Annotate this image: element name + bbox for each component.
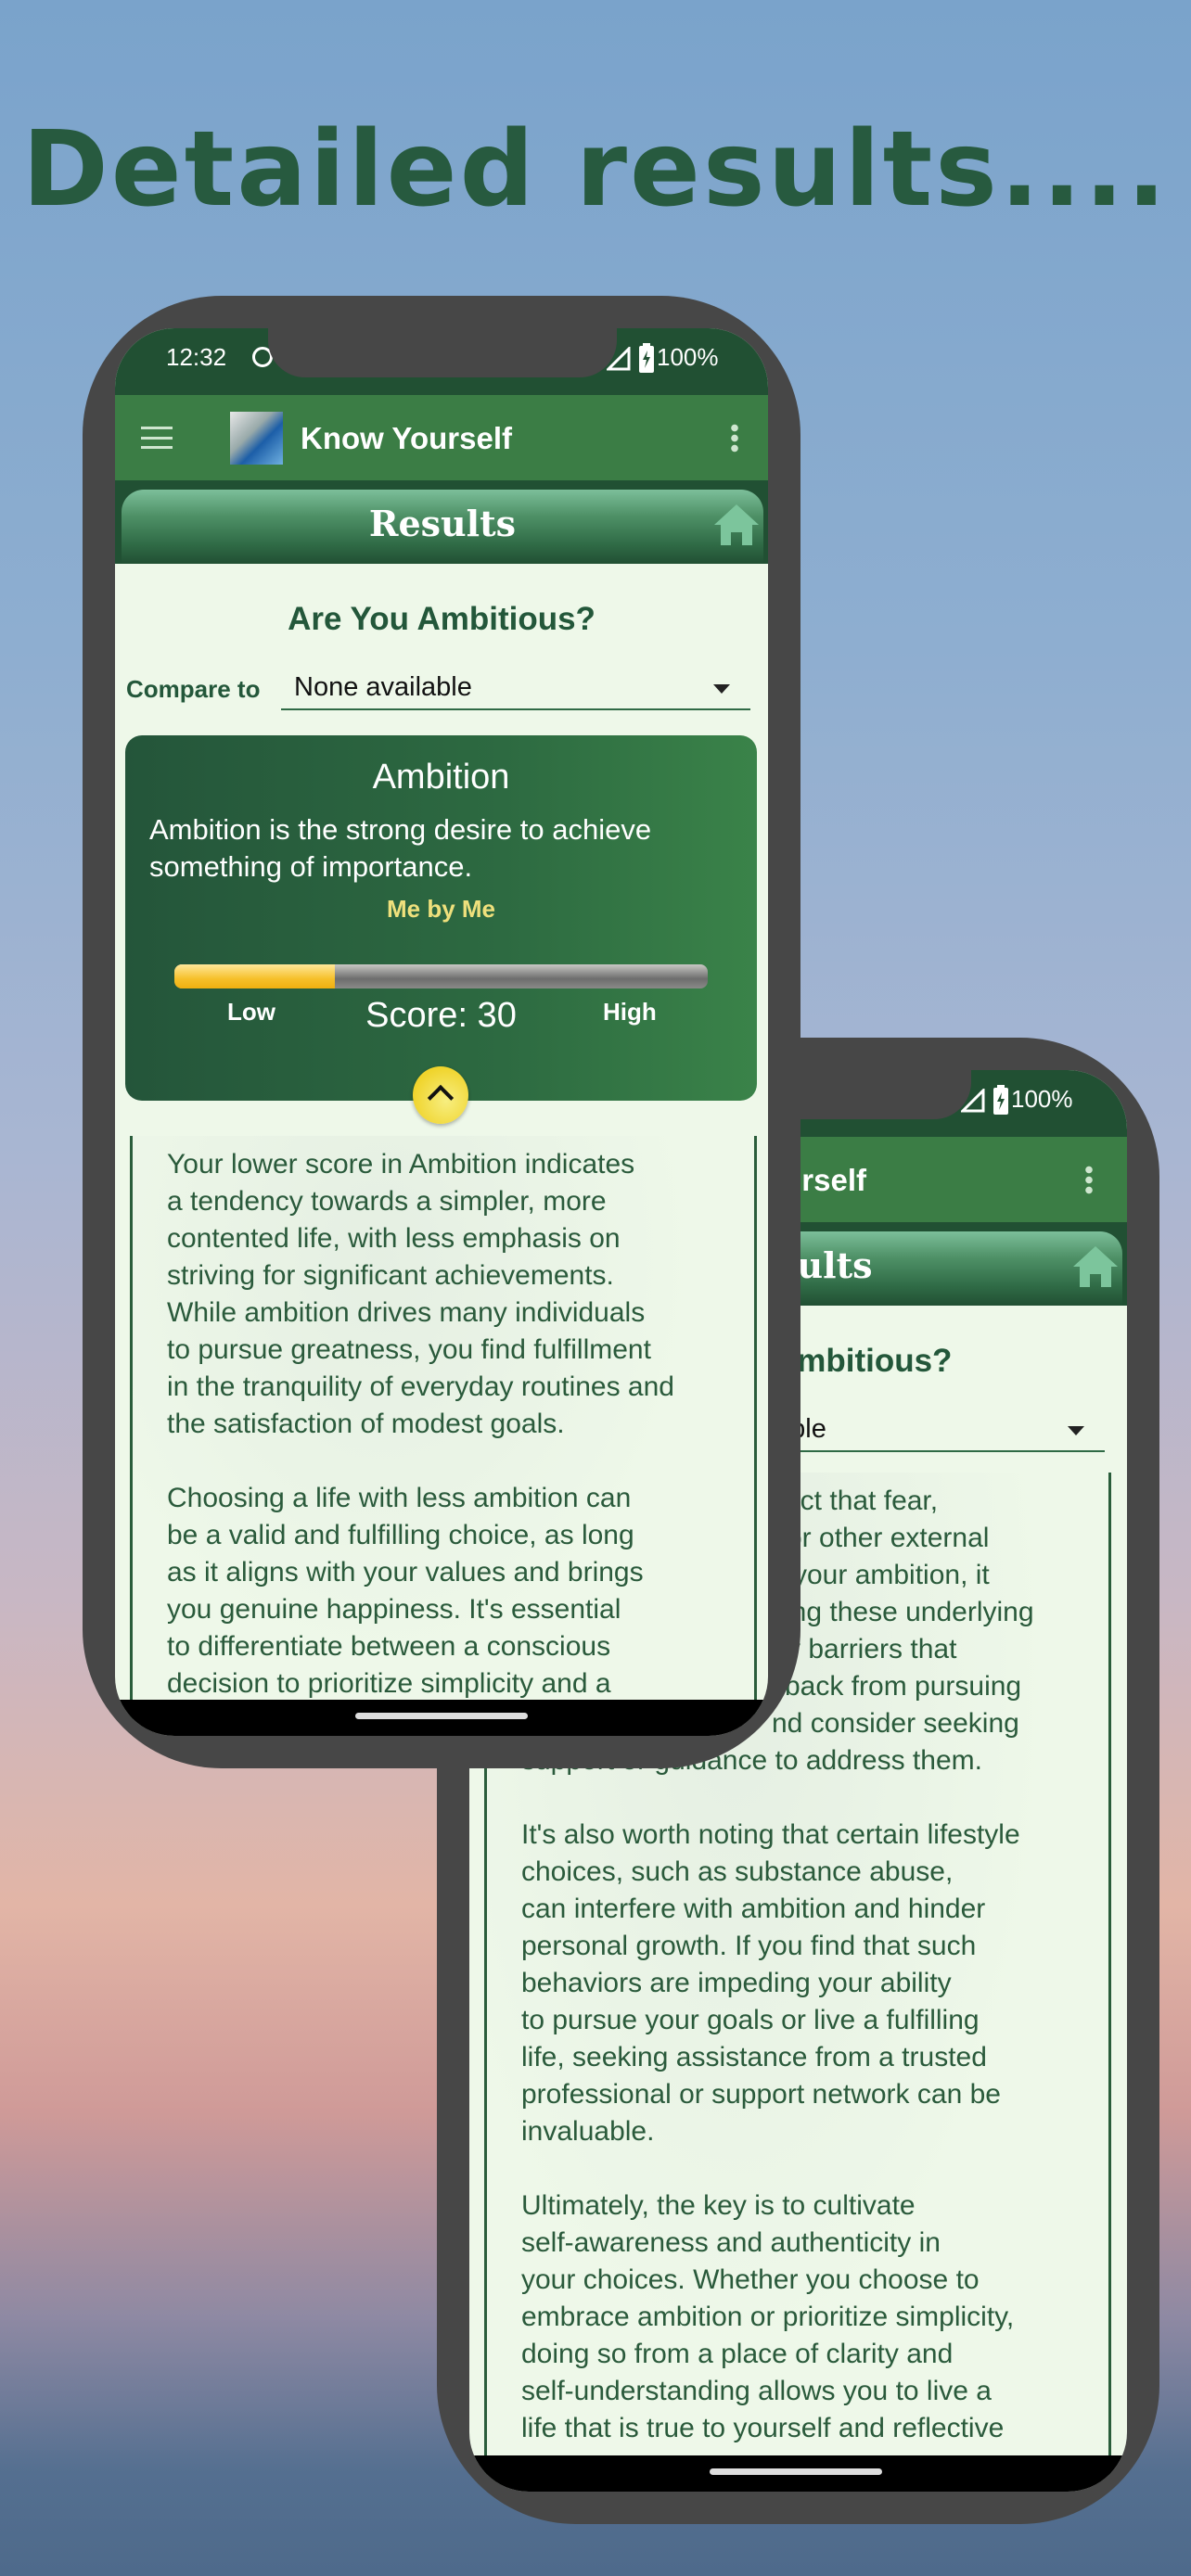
text-line: It's also worth noting that certain life… [521, 1819, 1020, 1850]
compare-dropdown[interactable]: None available [281, 666, 750, 710]
app-title: Know Yourself [301, 421, 512, 455]
menu-icon[interactable] [141, 427, 173, 449]
battery-charging-icon [993, 1085, 1008, 1115]
signal-icon [607, 347, 631, 371]
text-line: While ambition drives many individuals [167, 1297, 646, 1328]
text-line: self-understanding allows you to live a [521, 2376, 992, 2406]
camera-notch [268, 328, 617, 377]
score-bar-fill [174, 964, 335, 988]
text-line: the satisfaction of modest goals. [167, 1409, 565, 1439]
compare-label: Compare to [126, 675, 261, 703]
text-line: in the tranquility of everyday routines … [167, 1371, 674, 1402]
text-line: be a valid and fulfilling choice, as lon… [167, 1520, 634, 1550]
front-phone: 12:32 100% Know Yourself Results Are You… [83, 296, 800, 1768]
rater-label: Me by Me [386, 895, 496, 923]
text-line: behaviors are impeding your ability [521, 1968, 952, 1998]
text-line: Your lower score in Ambition indicates [167, 1149, 635, 1180]
text-line [521, 2150, 1020, 2187]
text-line [167, 1443, 674, 1480]
status-bar: 12:32 100% [115, 328, 768, 395]
text-line: striving for significant achievements. [167, 1260, 614, 1291]
trait-card: Ambition Ambition is the strong desire t… [125, 735, 757, 1101]
trait-description: Ambition is the strong desire to achieve… [149, 813, 652, 883]
dropdown-arrow-icon [1068, 1426, 1084, 1435]
trait-title: Ambition [372, 758, 510, 797]
text-line: as it aligns with your values and brings [167, 1557, 644, 1588]
text-line: Choosing a life with less ambition can [167, 1483, 632, 1513]
text-line: life that is true to yourself and reflec… [521, 2413, 1005, 2443]
text-line: decision to prioritize simplicity and a [167, 1668, 611, 1699]
home-gesture-bar[interactable] [710, 2468, 882, 2475]
compare-value: None available [294, 672, 472, 702]
banner-title: Results [368, 503, 517, 544]
app-logo [230, 412, 283, 465]
text-line: invaluable. [521, 2116, 655, 2147]
battery-percent: 100% [657, 343, 719, 371]
text-line: professional or support network can be [521, 2079, 1001, 2110]
result-text-box[interactable]: Your lower score in Ambition indicates a … [130, 1136, 757, 1736]
battery-charging-icon [639, 343, 654, 373]
quiz-title: Are You Ambitious? [288, 601, 596, 637]
more-vert-icon[interactable] [1085, 1165, 1093, 1194]
high-label: High [603, 998, 657, 1026]
battery-percent: 100% [1011, 1085, 1073, 1113]
text-line: can interfere with ambition and hinder [521, 1894, 986, 1924]
home-icon[interactable] [713, 503, 760, 547]
chevron-up-icon[interactable] [413, 1066, 468, 1124]
text-line: choices, such as substance abuse, [521, 1856, 954, 1887]
signal-icon [961, 1089, 985, 1113]
text-line: contented life, with less emphasis on [167, 1223, 621, 1254]
text-line: Ultimately, the key is to cultivate [521, 2190, 916, 2221]
text-line: a tendency towards a simpler, more [167, 1186, 607, 1217]
navigation-bar [115, 1700, 768, 1736]
status-time: 12:32 [166, 343, 227, 371]
headline: Detailed results.... [21, 109, 1170, 230]
text-line: to pursue your goals or live a fulfillin… [521, 2005, 980, 2035]
more-vert-icon[interactable] [731, 423, 738, 453]
text-line: life, seeking assistance from a trusted [521, 2042, 987, 2072]
result-text: Your lower score in Ambition indicates a … [167, 1146, 674, 1702]
text-line: your choices. Whether you choose to [521, 2264, 980, 2295]
text-line: to differentiate between a conscious [167, 1631, 611, 1662]
score-bar [174, 964, 708, 988]
text-line [521, 1779, 1020, 1817]
front-screen: 12:32 100% Know Yourself Results Are You… [115, 328, 768, 1736]
home-icon[interactable] [1072, 1244, 1119, 1289]
text-line: personal growth. If you find that such [521, 1931, 977, 1961]
app-toolbar: Know Yourself [115, 395, 768, 480]
navigation-bar [469, 2455, 1127, 2492]
text-line: you genuine happiness. It's essential [167, 1594, 621, 1625]
text-line: doing so from a place of clarity and [521, 2339, 954, 2369]
text-line: embrace ambition or prioritize simplicit… [521, 2302, 1015, 2332]
text-line: to pursue greatness, you find fulfillmen… [167, 1334, 651, 1365]
results-banner: Results [122, 490, 763, 564]
result-text: support or guidance to address them. It's… [521, 1742, 1020, 2447]
text-line: self-awareness and authenticity in [521, 2227, 941, 2258]
home-gesture-bar[interactable] [355, 1713, 528, 1719]
dropdown-arrow-icon [713, 684, 730, 694]
score-value: Score: 30 [365, 996, 517, 1035]
